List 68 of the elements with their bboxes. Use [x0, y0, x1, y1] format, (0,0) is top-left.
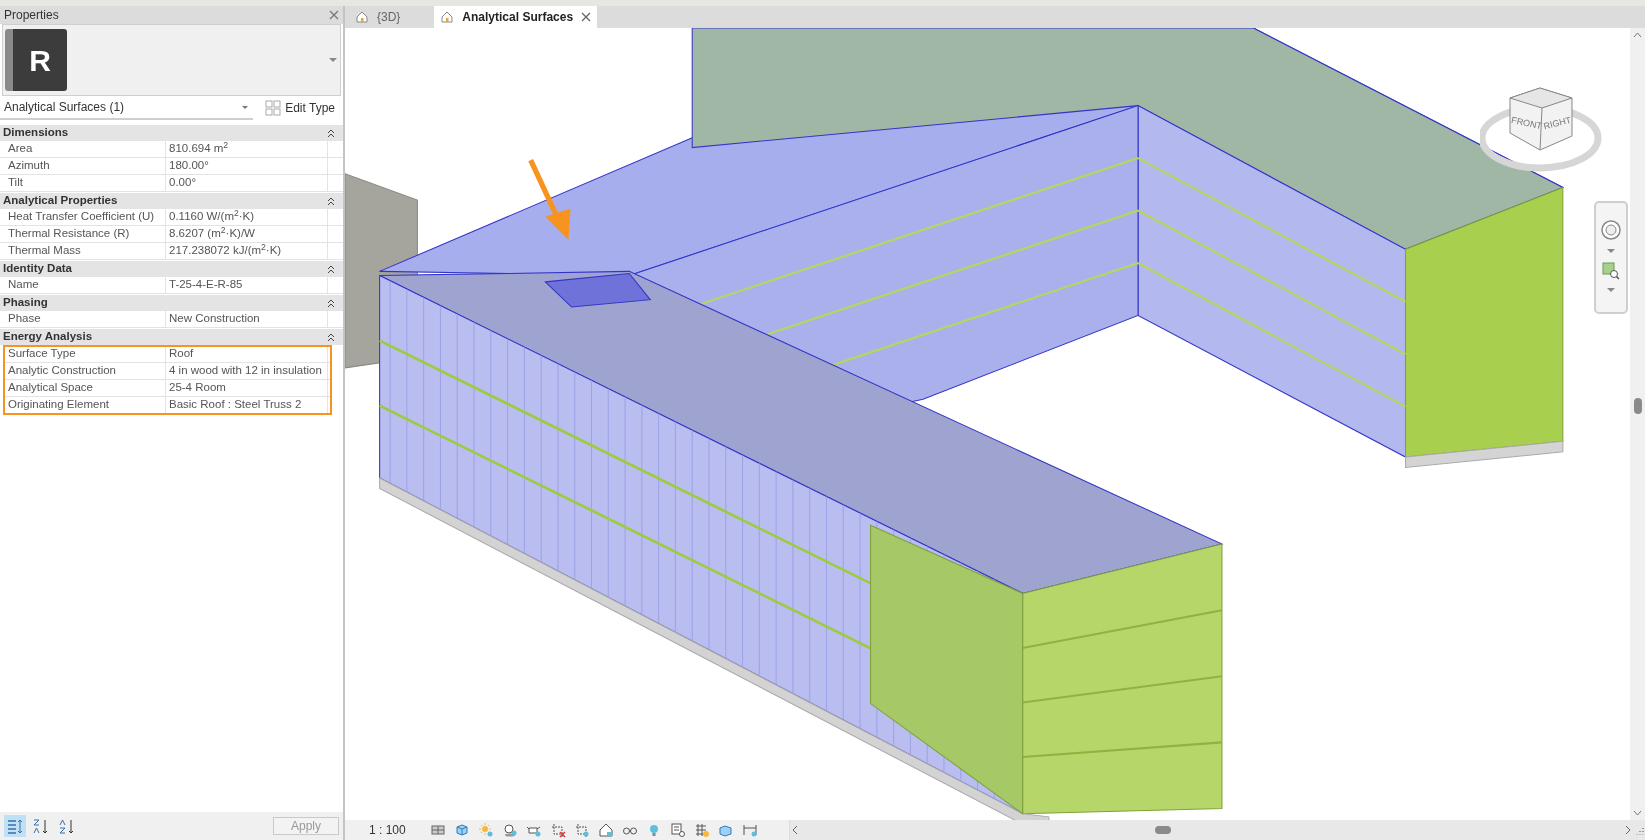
- close-icon[interactable]: [581, 12, 592, 22]
- property-value[interactable]: New Construction: [166, 310, 328, 328]
- property-name: Thermal Mass: [0, 242, 166, 260]
- collapse-icon[interactable]: [327, 196, 335, 206]
- property-value[interactable]: 0.1160 W/(m$^{2}$·K): [166, 208, 328, 226]
- house-icon: [440, 10, 455, 24]
- property-value[interactable]: Basic Roof : Steel Truss 2: [166, 396, 328, 414]
- house-lock-icon[interactable]: [597, 822, 614, 838]
- property-name: Analytic Construction: [4, 362, 166, 380]
- property-value[interactable]: T-25-4-E-R-85: [166, 276, 328, 294]
- detail-level-icon[interactable]: [429, 822, 446, 838]
- sort-icon: [32, 817, 50, 835]
- panel-title: Properties: [4, 7, 59, 24]
- edit-type-icon: [265, 100, 282, 116]
- property-value[interactable]: Roof: [166, 345, 328, 363]
- close-icon[interactable]: [329, 10, 339, 20]
- list-icon: [6, 817, 24, 835]
- zoom-icon[interactable]: [1602, 262, 1620, 280]
- property-value[interactable]: 810.694 m$^{2}$: [166, 140, 328, 158]
- property-value[interactable]: 217.238072 kJ/(m$^{2}$·K): [166, 242, 328, 260]
- sort-button[interactable]: [4, 815, 26, 837]
- property-value[interactable]: 4 in wood with 12 in insulation: [166, 362, 328, 380]
- dimension-icon[interactable]: [741, 822, 758, 838]
- collapse-icon[interactable]: [327, 332, 335, 342]
- sort-icon: [58, 817, 76, 835]
- group-header[interactable]: Phasing: [3, 294, 48, 312]
- property-value[interactable]: 180.00°: [166, 157, 328, 175]
- property-name: Originating Element: [4, 396, 166, 414]
- sun-icon[interactable]: [477, 822, 494, 838]
- collapse-icon[interactable]: [327, 264, 335, 274]
- scroll-left-icon[interactable]: [790, 825, 800, 835]
- shadow-icon[interactable]: [501, 822, 518, 838]
- scroll-right-icon[interactable]: [1623, 825, 1633, 835]
- property-value[interactable]: 0.00°: [166, 174, 328, 192]
- scroll-up-icon[interactable]: [1633, 32, 1642, 38]
- property-name: Surface Type: [4, 345, 166, 363]
- view-tab[interactable]: {3D}: [349, 6, 407, 28]
- grid-icon[interactable]: [693, 822, 710, 838]
- collapse-icon[interactable]: [327, 298, 335, 308]
- property-name: Name: [0, 276, 166, 294]
- property-name: Analytical Space: [4, 379, 166, 397]
- scroll-down-icon[interactable]: [1633, 810, 1642, 816]
- property-name: Area: [0, 140, 166, 158]
- scale-label[interactable]: 1 : 100: [369, 821, 406, 839]
- box-icon[interactable]: [717, 822, 734, 838]
- crop-icon[interactable]: [549, 822, 566, 838]
- property-value[interactable]: 25-4 Room: [166, 379, 328, 397]
- cube-icon[interactable]: [453, 822, 470, 838]
- scrollbar-thumb[interactable]: [1633, 398, 1642, 414]
- type-image: R: [5, 29, 67, 91]
- dropdown-caret-icon[interactable]: [328, 57, 338, 63]
- property-value[interactable]: 8.6207 (m$^{2}$·K)/W: [166, 225, 328, 243]
- view-tab[interactable]: Analytical Surfaces: [434, 6, 598, 28]
- property-name: Tilt: [0, 174, 166, 192]
- resize-grip-icon[interactable]: [1633, 825, 1645, 835]
- scrollbar-thumb[interactable]: [1155, 826, 1171, 834]
- collapse-icon[interactable]: [327, 128, 335, 138]
- property-name: Phase: [0, 310, 166, 328]
- caret-icon[interactable]: [1607, 288, 1615, 293]
- caret-icon: [241, 104, 249, 110]
- caret-icon[interactable]: [1607, 249, 1615, 254]
- house-icon: [355, 10, 369, 24]
- steering-wheel-icon[interactable]: [1600, 219, 1622, 241]
- property-name: Thermal Resistance (R): [0, 225, 166, 243]
- property-name: Heat Transfer Coefficient (U): [0, 208, 166, 226]
- type-selector[interactable]: Analytical Surfaces (1): [0, 96, 253, 120]
- property-name: Azimuth: [0, 157, 166, 175]
- crop-icon[interactable]: [573, 822, 590, 838]
